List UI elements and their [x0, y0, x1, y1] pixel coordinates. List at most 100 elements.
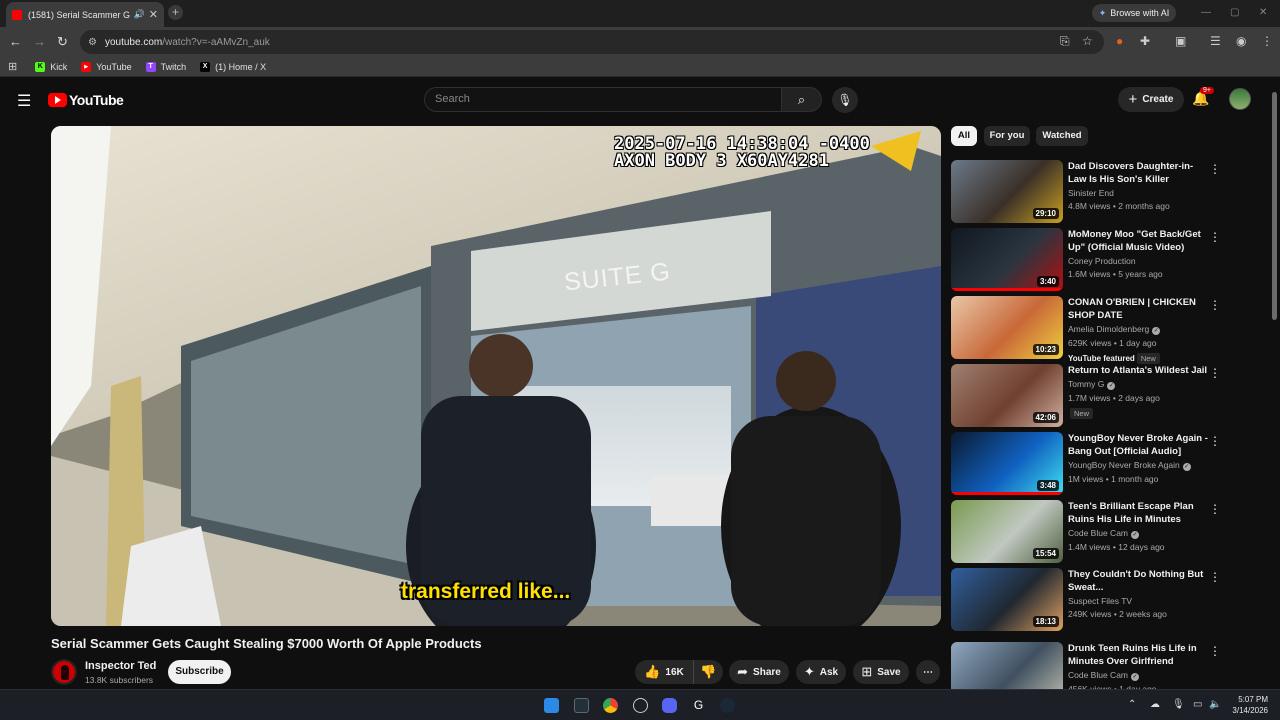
- recommendation-title[interactable]: CONAN O'BRIEN | CHICKEN SHOP DATE: [1068, 296, 1208, 322]
- create-button[interactable]: + Create: [1118, 87, 1184, 112]
- account-avatar[interactable]: [1229, 88, 1251, 110]
- video-thumbnail[interactable]: 3:48: [951, 432, 1063, 495]
- recommendation-channel[interactable]: Sinister End: [1068, 188, 1208, 198]
- tray-chevron-icon[interactable]: ⌃: [1128, 699, 1136, 710]
- save-button[interactable]: ⊞ Save: [853, 660, 909, 684]
- browser-tab[interactable]: (1581) Serial Scammer Gets 🔊 ✕: [6, 2, 164, 27]
- recommendation-item[interactable]: 42:06 Return to Atlanta's Wildest Jail Tom…: [951, 364, 1221, 428]
- like-button[interactable]: 👍 16K: [635, 660, 693, 684]
- subscribe-button[interactable]: Subscribe: [168, 660, 231, 684]
- search-button[interactable]: ⌕: [781, 87, 822, 112]
- youtube-logo[interactable]: YouTube: [48, 92, 124, 108]
- bookmark-twitch[interactable]: T Twitch: [145, 61, 186, 72]
- steam-icon[interactable]: [720, 698, 735, 713]
- recommendation-channel[interactable]: Tommy G ✓: [1068, 379, 1208, 390]
- address-bar[interactable]: ⚙ youtube.com/watch?v=-aAMvZn_auk: [80, 30, 1104, 54]
- tab-search-icon[interactable]: ▣: [1175, 34, 1186, 48]
- recommendation-channel[interactable]: Coney Production: [1068, 256, 1208, 266]
- more-vertical-icon[interactable]: ⋮: [1209, 644, 1221, 658]
- install-app-icon[interactable]: ⎘: [1060, 34, 1070, 49]
- reload-icon[interactable]: ↻: [57, 34, 68, 50]
- recommendation-item[interactable]: 18:13 They Couldn't Do Nothing But Sweat.…: [951, 568, 1221, 632]
- profile-icon[interactable]: ◉: [1236, 34, 1246, 48]
- recommendation-channel[interactable]: YoungBoy Never Broke Again ✓: [1068, 460, 1208, 471]
- recommendation-title[interactable]: Drunk Teen Ruins His Life in Minutes Ove…: [1068, 642, 1208, 668]
- recommendation-item[interactable]: 29:10 Dad Discovers Daughter-in-Law Is Hi…: [951, 160, 1221, 224]
- recommendation-title[interactable]: Return to Atlanta's Wildest Jail: [1068, 364, 1208, 377]
- chip-watched[interactable]: Watched: [1036, 126, 1088, 146]
- bookmark-star-icon[interactable]: ☆: [1082, 34, 1093, 48]
- tray-network-icon[interactable]: ▭: [1193, 699, 1202, 710]
- system-clock[interactable]: 5:07 PM 3/14/2026: [1226, 694, 1268, 716]
- video-thumbnail[interactable]: 3:40: [951, 228, 1063, 291]
- recommendation-channel[interactable]: Suspect Files TV: [1068, 596, 1208, 606]
- chatgpt-icon[interactable]: [633, 698, 648, 713]
- video-thumbnail[interactable]: 29:10: [951, 160, 1063, 223]
- recommendation-item[interactable]: 10:23 CONAN O'BRIEN | CHICKEN SHOP DATE Am…: [951, 296, 1221, 364]
- recommendation-title[interactable]: Dad Discovers Daughter-in-Law Is His Son…: [1068, 160, 1208, 186]
- video-thumbnail[interactable]: 18:13: [951, 568, 1063, 631]
- recommendation-channel[interactable]: Code Blue Cam ✓: [1068, 528, 1208, 539]
- recommendation-title[interactable]: Teen's Brilliant Escape Plan Ruins His L…: [1068, 500, 1208, 526]
- tray-volume-icon[interactable]: 🔈: [1209, 699, 1221, 710]
- share-button[interactable]: ➦ Share: [729, 660, 789, 684]
- more-vertical-icon[interactable]: ⋮: [1209, 298, 1221, 312]
- ask-button[interactable]: ✦ Ask: [796, 660, 846, 684]
- hamburger-menu-icon[interactable]: ☰: [17, 91, 31, 111]
- speaker-icon[interactable]: 🔊: [134, 9, 145, 20]
- apps-grid-icon[interactable]: ⊞: [8, 60, 17, 73]
- recommendation-title[interactable]: They Couldn't Do Nothing But Sweat...: [1068, 568, 1208, 594]
- extension-brave-icon[interactable]: ●: [1116, 34, 1123, 48]
- bookmark-kick[interactable]: K Kick: [35, 61, 67, 72]
- recommendation-title[interactable]: MoMoney Moo "Get Back/Get Up" (Official …: [1068, 228, 1208, 254]
- video-thumbnail[interactable]: 15:54: [951, 500, 1063, 563]
- video-thumbnail[interactable]: 42:06: [951, 364, 1063, 427]
- reading-list-icon[interactable]: ☰: [1210, 34, 1221, 48]
- tab-close-icon[interactable]: ✕: [149, 8, 158, 21]
- tray-mic-icon[interactable]: 🎙: [1172, 699, 1185, 710]
- recommendation-channel[interactable]: Code Blue Cam ✓: [1068, 670, 1208, 681]
- more-vertical-icon[interactable]: ⋮: [1209, 162, 1221, 176]
- app-g-icon[interactable]: G: [691, 698, 706, 713]
- more-vertical-icon[interactable]: ⋮: [1209, 230, 1221, 244]
- search-input[interactable]: Search: [424, 87, 782, 112]
- discord-icon[interactable]: [662, 698, 677, 713]
- page-scrollbar[interactable]: [1272, 92, 1277, 320]
- bookmark-youtube[interactable]: ▶ YouTube: [81, 61, 132, 72]
- browse-with-ai-button[interactable]: ✦ Browse with AI: [1092, 4, 1176, 22]
- close-window-icon[interactable]: ✕: [1259, 7, 1267, 18]
- new-tab-button[interactable]: +: [168, 5, 183, 20]
- channel-name[interactable]: Inspector Ted: [85, 660, 156, 672]
- more-vertical-icon[interactable]: ⋮: [1209, 570, 1221, 584]
- maximize-icon[interactable]: ▢: [1230, 7, 1239, 18]
- terminal-icon[interactable]: [574, 698, 589, 713]
- video-thumbnail[interactable]: 10:23: [951, 296, 1063, 359]
- menu-kebab-icon[interactable]: ⋮: [1261, 34, 1273, 48]
- voice-search-button[interactable]: 🎙: [832, 87, 858, 113]
- recommendation-item[interactable]: 15:54 Teen's Brilliant Escape Plan Ruins …: [951, 500, 1221, 564]
- back-icon[interactable]: ←: [9, 34, 22, 49]
- chrome-icon[interactable]: [603, 698, 618, 713]
- recommendation-channel[interactable]: Amelia Dimoldenberg ✓: [1068, 324, 1208, 335]
- bookmark-x[interactable]: X (1) Home / X: [200, 61, 266, 72]
- notifications-button[interactable]: 🔔 9+: [1192, 87, 1214, 107]
- more-vertical-icon[interactable]: ⋮: [1209, 434, 1221, 448]
- more-vertical-icon[interactable]: ⋮: [1209, 366, 1221, 380]
- recommendation-item[interactable]: 3:48 YoungBoy Never Broke Again - Bang Ou…: [951, 432, 1221, 496]
- extensions-puzzle-icon[interactable]: ✚: [1140, 34, 1150, 48]
- channel-avatar[interactable]: [51, 659, 77, 685]
- more-vertical-icon[interactable]: ⋮: [1209, 502, 1221, 516]
- more-actions-button[interactable]: ⋯: [916, 660, 940, 684]
- recommendation-item[interactable]: 3:40 MoMoney Moo "Get Back/Get Up" (Offic…: [951, 228, 1221, 292]
- site-info-icon[interactable]: ⚙: [88, 37, 97, 48]
- dislike-button[interactable]: 👎: [693, 660, 723, 684]
- recommendation-title[interactable]: YoungBoy Never Broke Again - Bang Out [O…: [1068, 432, 1208, 458]
- video-player[interactable]: 2025-07-16 14:38:04 -0400 AXON BODY 3 X6…: [51, 126, 941, 626]
- bookmark-label: YouTube: [96, 61, 132, 72]
- start-windows-icon[interactable]: [544, 698, 559, 713]
- chip-all[interactable]: All: [951, 126, 977, 146]
- chip-for-you[interactable]: For you: [984, 126, 1030, 146]
- tray-cloud-icon[interactable]: ☁: [1150, 699, 1160, 710]
- minimize-icon[interactable]: —: [1201, 7, 1211, 18]
- forward-icon[interactable]: →: [33, 34, 46, 49]
